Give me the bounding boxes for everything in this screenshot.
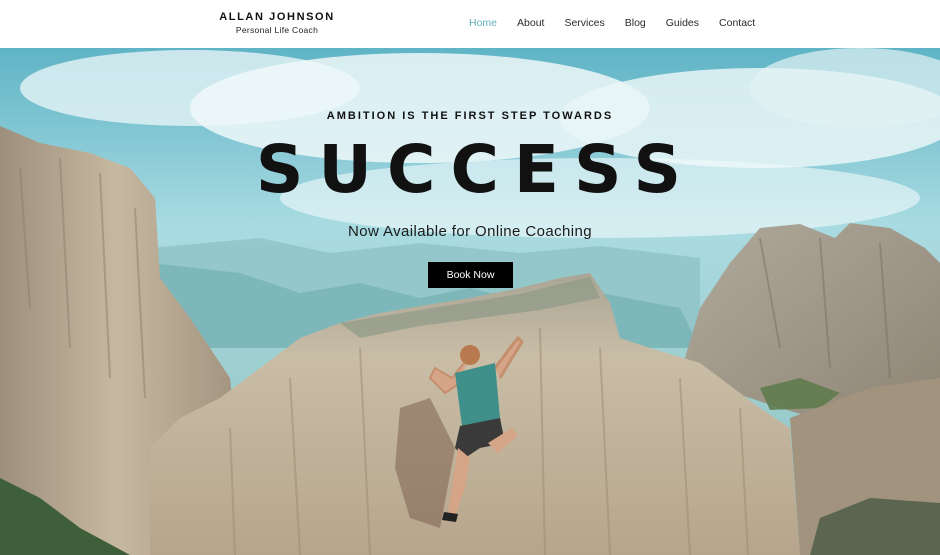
nav-item-contact[interactable]: Contact xyxy=(719,17,755,29)
nav-item-guides[interactable]: Guides xyxy=(666,17,699,29)
nav-item-blog[interactable]: Blog xyxy=(625,17,646,29)
main-nav: Home About Services Blog Guides Contact xyxy=(469,17,775,29)
brand-name: ALLAN JOHNSON xyxy=(219,11,335,23)
hero-eyebrow: AMBITION IS THE FIRST STEP TOWARDS xyxy=(326,110,614,122)
brand-logo[interactable]: ALLAN JOHNSON Personal Life Coach xyxy=(216,11,338,35)
brand-tagline: Personal Life Coach xyxy=(235,25,319,35)
nav-item-about[interactable]: About xyxy=(517,17,544,29)
hero-headline: SUCCESS xyxy=(255,131,697,208)
nav-item-home[interactable]: Home xyxy=(469,17,497,29)
nav-item-services[interactable]: Services xyxy=(564,17,604,29)
site-header: ALLAN JOHNSON Personal Life Coach Home A… xyxy=(0,0,940,48)
page: ALLAN JOHNSON Personal Life Coach Home A… xyxy=(0,0,940,555)
book-now-button[interactable]: Book Now xyxy=(428,262,513,288)
hero-section: AMBITION IS THE FIRST STEP TOWARDS SUCCE… xyxy=(0,48,940,555)
hero-subheadline: Now Available for Online Coaching xyxy=(348,223,592,240)
hero-background-image xyxy=(0,48,940,555)
